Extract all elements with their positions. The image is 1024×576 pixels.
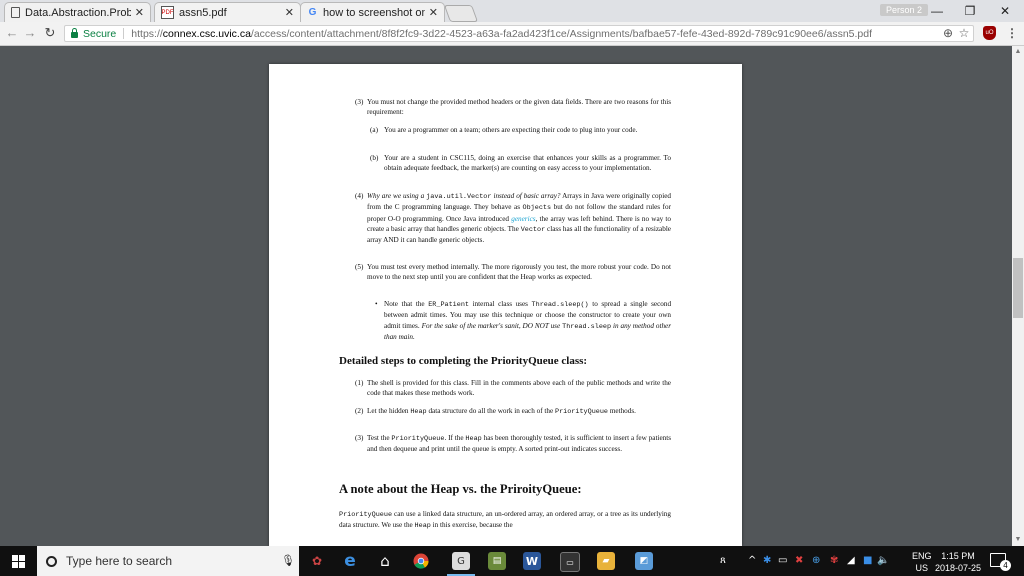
scroll-thumb[interactable] [1013,258,1023,318]
url-scheme: https:// [131,27,163,40]
paragraph: PriorityQueue can use a linked data stru… [339,510,671,531]
app-icon-4[interactable]: ◩ [635,552,653,570]
search-placeholder: Type here to search [66,554,173,568]
active-chrome-window-icon[interactable]: G [452,552,470,570]
url-text[interactable]: https://connex.csc.uvic.ca/access/conten… [131,28,872,40]
close-icon[interactable]: ✕ [429,6,438,19]
minimize-button[interactable]: — [922,2,952,20]
url-path: /access/content/attachment/8f8f2fc9-3d22… [250,27,873,40]
list-item: (3) You must not change the provided met… [355,98,671,117]
list-item: • Note that the ER_Patient internal clas… [375,300,672,341]
url-host: connex.csc.uvic.ca [162,27,251,40]
tab-google-search[interactable]: G how to screenshot on wi ✕ [300,2,445,22]
tray-app-icon-2[interactable]: ⊕ [812,555,820,566]
battery-icon[interactable]: ▭ [778,555,787,566]
input-language[interactable]: ENG US [912,550,932,574]
generics-link[interactable]: generics [511,215,535,223]
chrome-logo [413,553,429,569]
document-icon [11,7,20,18]
tray-app-icon-4[interactable]: ■ [863,555,872,566]
pdf-icon: PDF [161,6,174,19]
tray-app-icon-1[interactable]: ✖ [795,555,803,566]
tab-title: Data.Abstraction.Problem [25,6,131,19]
tab-title: assn5.pdf [179,6,227,19]
windows-logo-icon [11,554,25,568]
address-bar[interactable]: Secure https://connex.csc.uvic.ca/access… [64,25,974,42]
secure-label: Secure [83,27,117,40]
app-icon-3[interactable]: ▭ [560,552,580,572]
tab-title: how to screenshot on wi [323,6,425,19]
clock-date: 2018-07-25 [934,563,982,573]
chrome-icon[interactable] [412,552,430,570]
microphone-icon[interactable]: 🎙 [281,554,295,568]
divider [123,28,125,39]
lock-icon [71,27,78,38]
vertical-scrollbar[interactable]: ▲ ▼ [1012,46,1024,546]
close-window-button[interactable]: ✕ [990,2,1020,20]
people-icon[interactable]: ጸ [720,555,726,566]
edge-icon[interactable]: e [341,551,359,571]
bookmark-star-icon[interactable]: ☆ [956,25,972,41]
browser-tab-strip: Data.Abstraction.Problem ✕ PDF assn5.pdf… [0,0,1024,22]
word-icon[interactable]: W [523,552,541,570]
clock-time: 1:15 PM [941,551,975,561]
list-item: (2) Let the hidden Heap data structure d… [355,407,636,416]
tray-app-icon-3[interactable]: ✾ [830,555,838,566]
wifi-icon[interactable]: ◢ [847,555,855,566]
list-item: (b) Your are a student in CSC115, doing … [370,154,671,173]
list-item: (3) Test the PriorityQueue. If the Heap … [355,434,672,454]
app-icon-1[interactable]: ✿ [308,552,326,570]
profile-button[interactable]: Person 2 [880,4,929,16]
chrome-menu-icon[interactable]: ⋮ [1004,25,1020,41]
cortana-icon [46,555,57,567]
restore-button[interactable]: ❐ [955,2,985,20]
forward-button[interactable]: → [22,25,38,41]
pdf-page: (3) You must not change the provided met… [269,64,742,546]
bluetooth-icon[interactable]: ✱ [763,555,771,566]
volume-icon[interactable]: 🔈 [877,555,889,566]
pdf-viewer-background [0,46,1012,64]
scroll-up-arrow-icon[interactable]: ▲ [1012,46,1024,58]
taskbar-search-box[interactable]: Type here to search 🎙 [37,546,299,576]
google-icon: G [308,7,317,18]
ublock-extension-icon[interactable]: uO [983,26,996,40]
browser-toolbar: ← → ↻ Secure https://connex.csc.uvic.ca/… [0,22,1024,46]
windows-taskbar: Type here to search 🎙 ✿ e ⌂ G ▤ W ▭ ▰ ◩ … [0,546,1024,576]
file-explorer-icon[interactable]: ▰ [597,552,615,570]
reload-button[interactable]: ↻ [42,25,58,41]
back-button[interactable]: ← [4,25,20,41]
list-item: (4) Why are we using a java.util.Vector … [355,192,672,245]
notification-badge: 4 [1000,560,1011,571]
app-icon-2[interactable]: ▤ [488,552,506,570]
zoom-icon[interactable]: ⊕ [940,25,956,41]
close-icon[interactable]: ✕ [285,6,294,19]
scroll-down-arrow-icon[interactable]: ▼ [1012,534,1024,546]
list-item: (5) You must test every method internall… [355,263,671,282]
security-indicator[interactable]: Secure [65,27,117,40]
close-icon[interactable]: ✕ [135,6,144,19]
new-tab-button[interactable] [443,5,479,22]
home-icon[interactable]: ⌂ [376,552,394,570]
show-hidden-icons-chevron-icon[interactable]: ^ [748,555,756,566]
tab-assn5-pdf[interactable]: PDF assn5.pdf ✕ [154,2,301,22]
section-heading: A note about the Heap vs. the PriroityQu… [339,482,582,496]
section-heading: Detailed steps to completing the Priorit… [339,355,588,367]
start-button[interactable] [0,546,36,576]
list-item: (a) You are a programmer on a team; othe… [370,126,638,134]
system-clock[interactable]: 1:15 PM 2018-07-25 [934,550,982,574]
tab-data-abstraction[interactable]: Data.Abstraction.Problem ✕ [4,2,151,22]
list-item: (1) The shell is provided for this class… [355,379,671,398]
